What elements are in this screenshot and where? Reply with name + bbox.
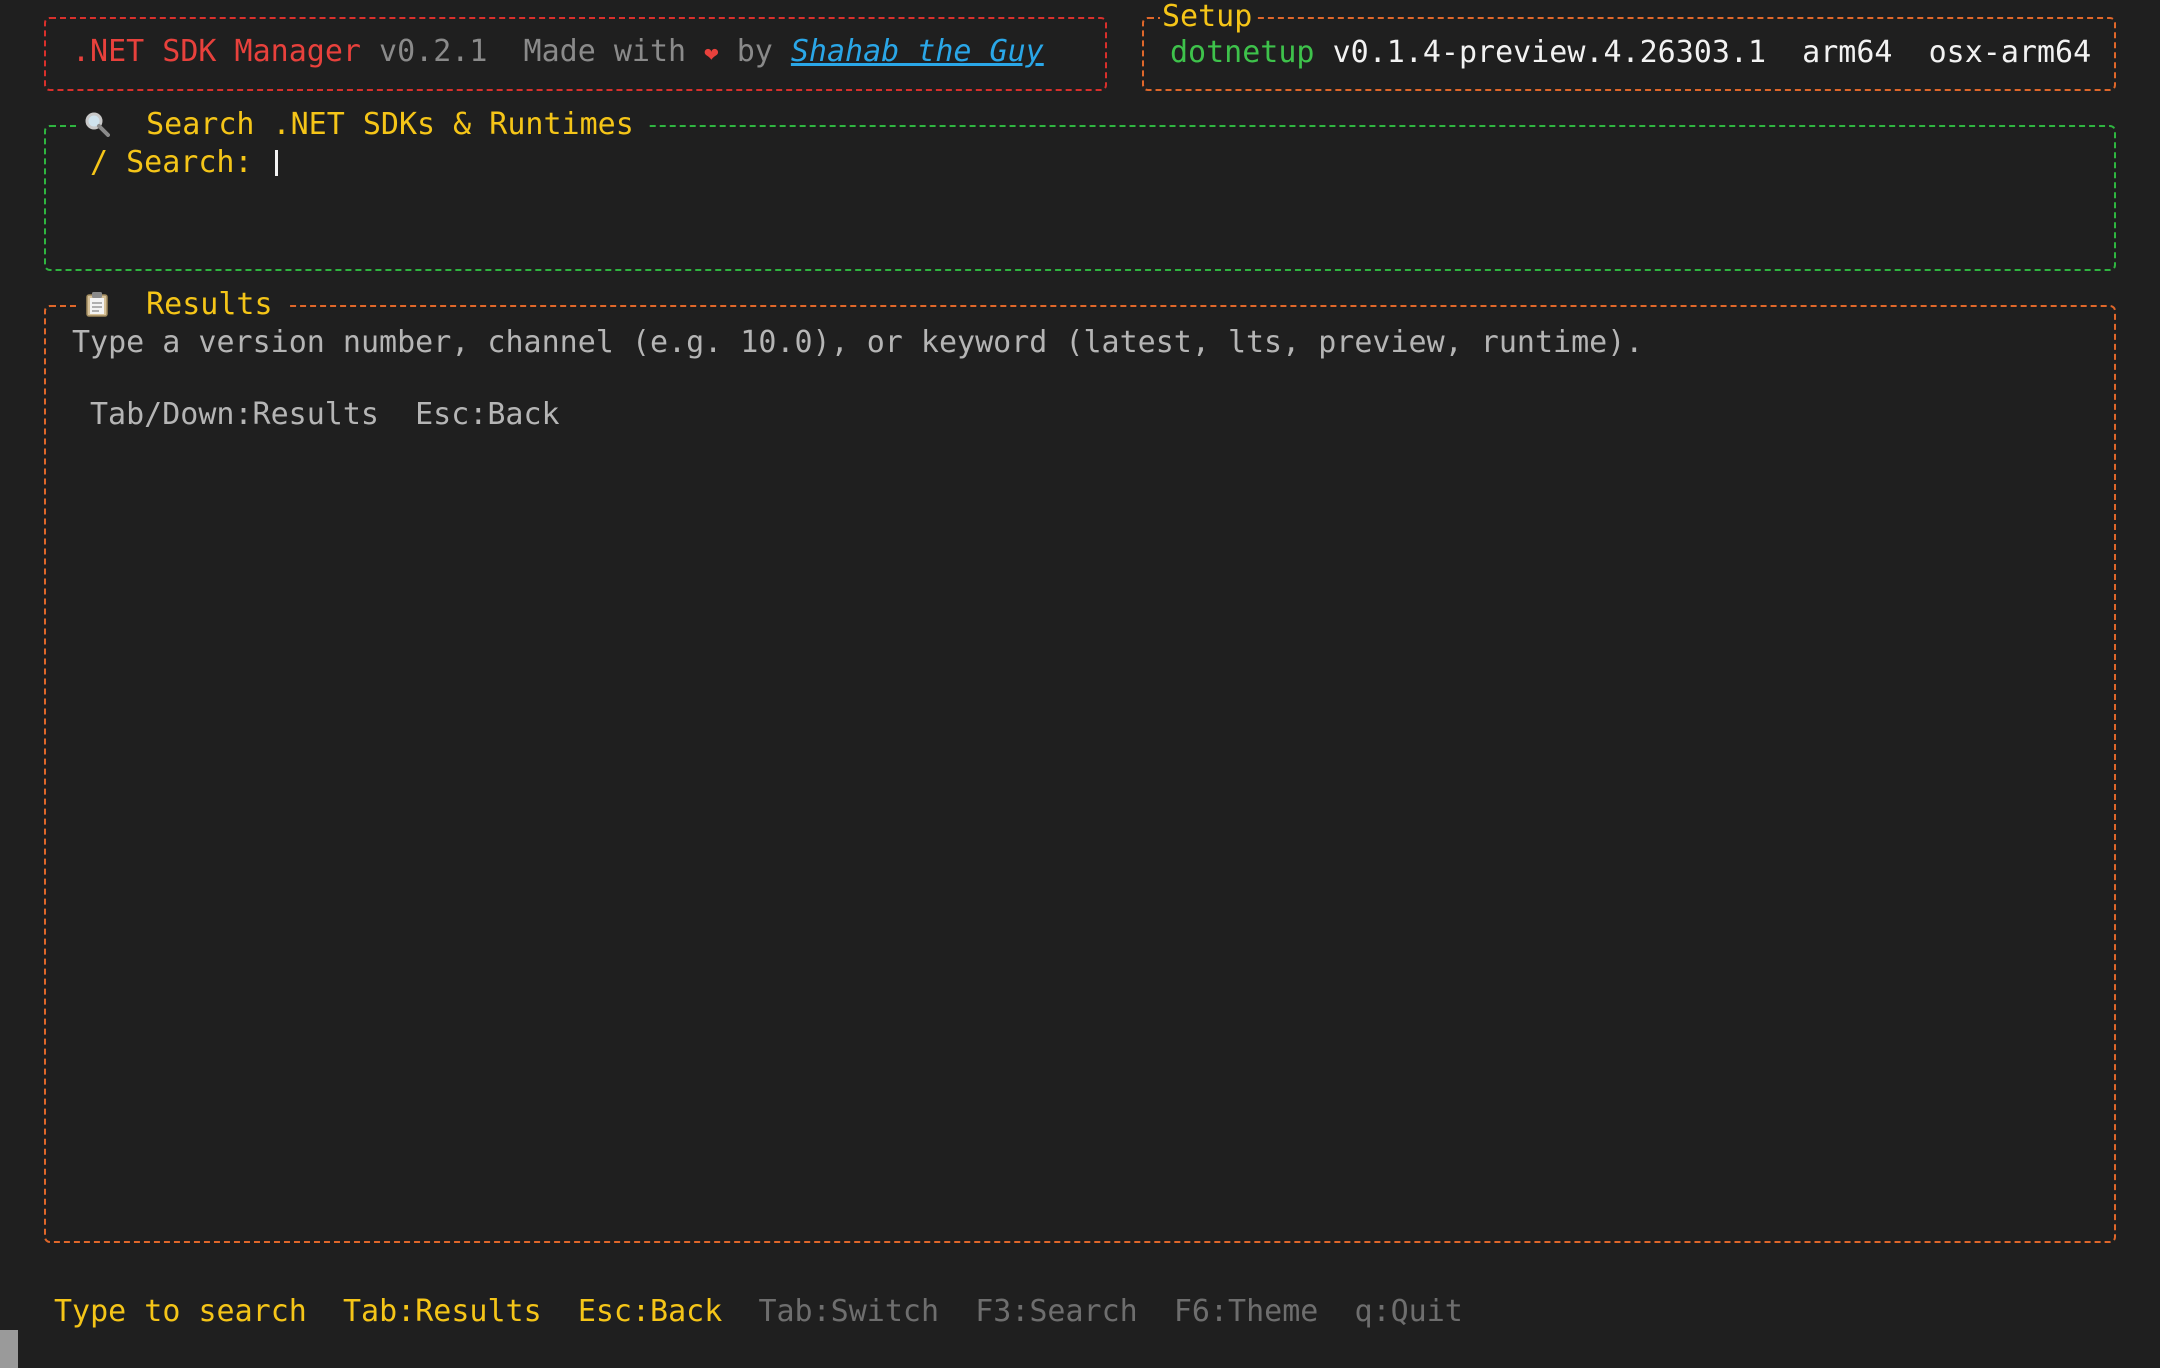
app-version: v0.2.1: [379, 34, 488, 69]
search-label: / Search:: [90, 145, 253, 180]
heart-icon: ❤: [704, 39, 719, 67]
app-name: .NET SDK Manager: [72, 34, 361, 69]
app-header-line: .NET SDK Manager v0.2.1 Made with ❤ by S…: [72, 32, 1044, 73]
clipboard-icon: [84, 288, 110, 317]
setup-tool: dotnetup: [1170, 35, 1315, 70]
author-link[interactable]: Shahab the Guy: [791, 34, 1044, 69]
search-panel-title: Search .NET SDKs & Runtimes: [76, 105, 648, 145]
footer-item-type-to-search: Type to search: [54, 1294, 307, 1329]
results-keybindings: Tab/Down:Results Esc:Back: [90, 397, 560, 432]
app-header-panel: .NET SDK Manager v0.2.1 Made with ❤ by S…: [44, 17, 1107, 91]
footer-item-quit[interactable]: q:Quit: [1355, 1294, 1463, 1329]
footer-keybar: Type to search Tab:Results Esc:Back Tab:…: [54, 1292, 1463, 1332]
results-hint: Type a version number, channel (e.g. 10.…: [72, 325, 1644, 360]
results-panel[interactable]: Results Type a version number, channel (…: [44, 285, 2116, 1243]
results-title-text: Results: [146, 287, 273, 322]
footer-item-f6-theme[interactable]: F6:Theme: [1174, 1294, 1319, 1329]
magnifier-icon: [84, 108, 110, 137]
results-panel-title: Results: [76, 285, 287, 325]
search-title-text: Search .NET SDKs & Runtimes: [146, 107, 634, 142]
made-with-text: Made with: [523, 34, 687, 69]
setup-info-line: dotnetup v0.1.4-preview.4.26303.1 arm64 …: [1170, 33, 2091, 73]
setup-arch: arm64: [1802, 35, 1893, 70]
terminal-cursor-block: [0, 1330, 18, 1368]
footer-item-tab-switch[interactable]: Tab:Switch: [758, 1294, 939, 1329]
search-panel: Search .NET SDKs & Runtimes / Search:: [44, 105, 2116, 271]
text-cursor: [274, 150, 278, 176]
footer-item-f3-search[interactable]: F3:Search: [975, 1294, 1138, 1329]
by-text: by: [736, 34, 773, 69]
search-input[interactable]: / Search:: [90, 143, 278, 183]
setup-title: Setup: [1160, 0, 1255, 37]
setup-panel: Setup dotnetup v0.1.4-preview.4.26303.1 …: [1142, 0, 2116, 91]
setup-tool-version: v0.1.4-preview.4.26303.1: [1332, 35, 1767, 70]
footer-item-esc-back[interactable]: Esc:Back: [578, 1294, 723, 1329]
footer-item-tab-results[interactable]: Tab:Results: [343, 1294, 542, 1329]
setup-rid: osx-arm64: [1928, 35, 2092, 70]
